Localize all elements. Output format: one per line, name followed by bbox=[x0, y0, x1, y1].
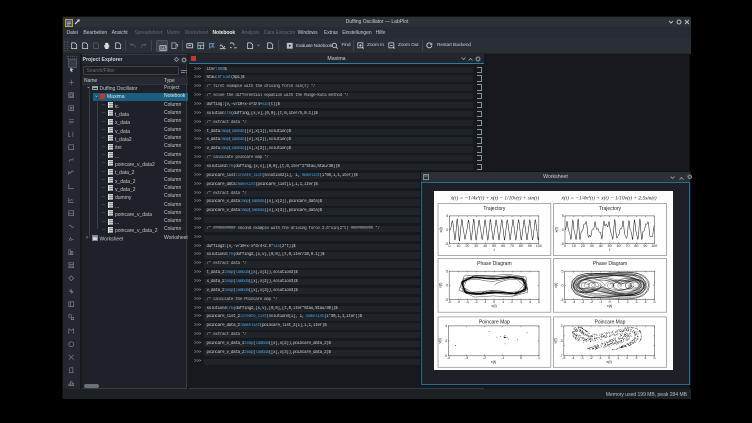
svg-text:70: 70 bbox=[626, 244, 630, 248]
svg-text:20: 20 bbox=[581, 244, 585, 248]
svg-text:10: 10 bbox=[456, 244, 460, 248]
svg-text:5: 5 bbox=[654, 356, 656, 360]
svg-text:-4: -4 bbox=[572, 300, 575, 304]
svg-text:2: 2 bbox=[445, 339, 447, 343]
svg-text:-5: -5 bbox=[563, 300, 566, 304]
svg-text:5: 5 bbox=[562, 269, 564, 273]
svg-text:0: 0 bbox=[562, 228, 564, 232]
svg-text:30: 30 bbox=[474, 244, 478, 248]
svg-text:100: 100 bbox=[536, 244, 542, 248]
svg-text:v(t): v(t) bbox=[439, 282, 443, 288]
svg-text:80: 80 bbox=[634, 244, 638, 248]
svg-text:-7: -7 bbox=[559, 354, 562, 358]
svg-text:-5: -5 bbox=[560, 298, 563, 302]
svg-text:1: 1 bbox=[618, 300, 620, 304]
svg-text:2: 2 bbox=[511, 300, 513, 304]
svg-text:-3: -3 bbox=[559, 339, 562, 343]
svg-text:60: 60 bbox=[501, 244, 505, 248]
svg-text:ẋ(t) = −1/4x³(t) + x(t) − 1/10: ẋ(t) = −1/4x³(t) + x(t) − 1/10v(t) + 2.5… bbox=[560, 194, 656, 201]
svg-text:4: 4 bbox=[644, 356, 646, 360]
svg-text:1: 1 bbox=[502, 300, 504, 304]
svg-text:90: 90 bbox=[643, 244, 647, 248]
svg-text:-3: -3 bbox=[465, 356, 468, 360]
svg-text:Trajectory: Trajectory bbox=[599, 206, 622, 212]
svg-text:-5: -5 bbox=[448, 300, 451, 304]
svg-text:2: 2 bbox=[626, 356, 628, 360]
svg-text:Poincare Map: Poincare Map bbox=[479, 319, 510, 325]
svg-text:3: 3 bbox=[635, 356, 637, 360]
svg-text:3: 3 bbox=[636, 300, 638, 304]
svg-text:5: 5 bbox=[538, 300, 540, 304]
svg-text:-5: -5 bbox=[445, 242, 448, 246]
svg-text:-5: -5 bbox=[561, 242, 564, 246]
svg-text:2: 2 bbox=[561, 324, 563, 328]
svg-text:30: 30 bbox=[590, 244, 594, 248]
svg-text:20: 20 bbox=[465, 244, 469, 248]
svg-text:4: 4 bbox=[645, 300, 647, 304]
svg-text:-2: -2 bbox=[474, 300, 477, 304]
svg-text:x(t): x(t) bbox=[439, 226, 443, 232]
svg-text:x(t): x(t) bbox=[606, 360, 612, 364]
svg-text:-1: -1 bbox=[599, 300, 602, 304]
svg-text:2: 2 bbox=[627, 300, 629, 304]
svg-text:90: 90 bbox=[528, 244, 532, 248]
svg-text:5: 5 bbox=[446, 214, 448, 218]
svg-text:0: 0 bbox=[446, 284, 448, 288]
svg-text:-3: -3 bbox=[581, 300, 584, 304]
svg-text:40: 40 bbox=[599, 244, 603, 248]
svg-text:3: 3 bbox=[520, 300, 522, 304]
svg-text:5: 5 bbox=[562, 214, 564, 218]
svg-text:-5: -5 bbox=[445, 298, 448, 302]
svg-text:0: 0 bbox=[445, 354, 447, 358]
svg-text:0: 0 bbox=[562, 284, 564, 288]
svg-text:-2: -2 bbox=[589, 356, 592, 360]
svg-text:x(t): x(t) bbox=[491, 304, 497, 308]
svg-text:x(t): x(t) bbox=[491, 360, 497, 364]
svg-text:Poincare Map: Poincare Map bbox=[595, 319, 626, 325]
svg-text:70: 70 bbox=[510, 244, 514, 248]
svg-text:Phase Diagram: Phase Diagram bbox=[477, 261, 511, 267]
svg-text:0: 0 bbox=[564, 244, 566, 248]
svg-text:-4: -4 bbox=[457, 300, 460, 304]
svg-text:x(t): x(t) bbox=[555, 226, 559, 232]
svg-text:-2: -2 bbox=[590, 300, 593, 304]
svg-text:v(t): v(t) bbox=[553, 337, 557, 343]
svg-text:-5: -5 bbox=[562, 356, 565, 360]
svg-text:80: 80 bbox=[519, 244, 523, 248]
svg-text:40: 40 bbox=[483, 244, 487, 248]
svg-text:5: 5 bbox=[654, 300, 656, 304]
svg-text:4: 4 bbox=[529, 300, 531, 304]
svg-text:Trajectory: Trajectory bbox=[483, 206, 506, 212]
svg-text:v(t): v(t) bbox=[554, 282, 558, 288]
svg-text:0: 0 bbox=[449, 244, 451, 248]
svg-text:v(t): v(t) bbox=[438, 337, 442, 343]
svg-text:100: 100 bbox=[651, 244, 657, 248]
svg-text:1: 1 bbox=[538, 356, 540, 360]
svg-text:0: 0 bbox=[520, 356, 522, 360]
svg-text:-2: -2 bbox=[483, 356, 486, 360]
svg-text:ẋ(t) = −1/4x³(t) + x(t) − 1/10: ẋ(t) = −1/4x³(t) + x(t) − 1/10v(t) + sin… bbox=[450, 194, 540, 201]
svg-text:Phase Diagram: Phase Diagram bbox=[593, 261, 627, 267]
svg-text:1: 1 bbox=[617, 356, 619, 360]
svg-text:-1: -1 bbox=[598, 356, 601, 360]
svg-text:-1: -1 bbox=[501, 356, 504, 360]
svg-text:x(t): x(t) bbox=[607, 304, 613, 308]
svg-text:5: 5 bbox=[446, 269, 448, 273]
svg-text:60: 60 bbox=[617, 244, 621, 248]
svg-text:-3: -3 bbox=[466, 300, 469, 304]
svg-text:-3: -3 bbox=[580, 356, 583, 360]
svg-text:4: 4 bbox=[445, 324, 447, 328]
svg-text:-4: -4 bbox=[571, 356, 574, 360]
svg-text:0: 0 bbox=[446, 228, 448, 232]
svg-text:10: 10 bbox=[572, 244, 576, 248]
svg-text:-4: -4 bbox=[447, 356, 450, 360]
svg-text:-1: -1 bbox=[483, 300, 486, 304]
